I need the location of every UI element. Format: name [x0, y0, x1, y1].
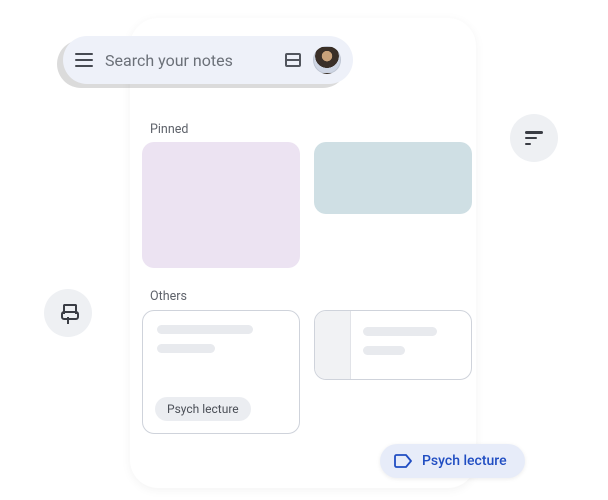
- others-notes-row: Psych lecture: [142, 310, 472, 434]
- section-header-pinned: Pinned: [150, 122, 188, 137]
- note-card[interactable]: Psych lecture: [142, 310, 300, 434]
- pinned-note[interactable]: [142, 142, 300, 268]
- sort-icon: [525, 131, 543, 145]
- note-text-placeholder: [157, 344, 215, 353]
- note-text-placeholder: [363, 327, 437, 336]
- pin-icon: [61, 304, 75, 322]
- note-text-placeholder: [157, 325, 253, 334]
- label-outline-icon: [394, 454, 412, 468]
- section-header-others: Others: [150, 289, 187, 304]
- active-label-text: Psych lecture: [422, 453, 507, 469]
- pin-chip[interactable]: [44, 289, 92, 337]
- pinned-notes-row: [142, 142, 472, 268]
- note-label-chip[interactable]: Psych lecture: [155, 397, 251, 421]
- user-avatar[interactable]: [313, 46, 341, 74]
- search-input[interactable]: Search your notes: [105, 51, 273, 70]
- note-card[interactable]: [314, 310, 472, 380]
- pinned-note[interactable]: [314, 142, 472, 214]
- layout-toggle-icon[interactable]: [285, 53, 301, 67]
- search-bar[interactable]: Search your notes: [63, 36, 353, 84]
- sort-chip[interactable]: [510, 114, 558, 162]
- note-thumbnail: [315, 311, 351, 379]
- menu-icon[interactable]: [75, 53, 93, 67]
- note-text-placeholder: [363, 346, 405, 355]
- active-label-pill[interactable]: Psych lecture: [380, 444, 525, 478]
